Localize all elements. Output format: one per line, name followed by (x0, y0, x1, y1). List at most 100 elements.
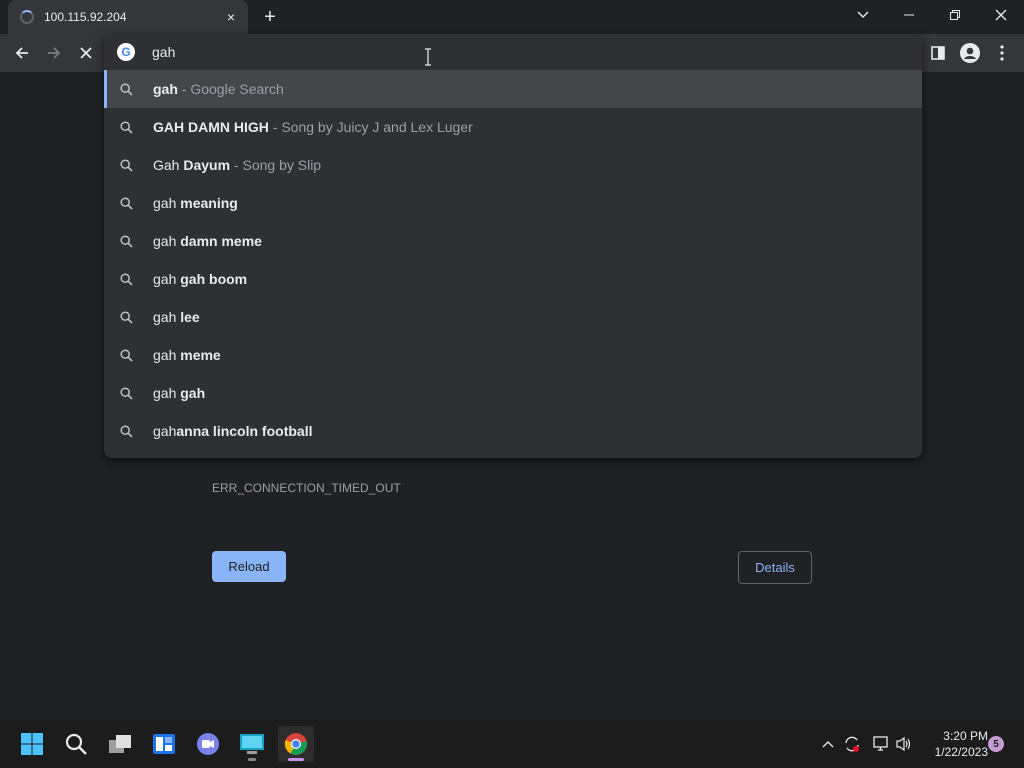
volume-tray-button[interactable] (894, 720, 914, 768)
suggestion-completion: gah (180, 385, 206, 401)
suggestion-text: Gah Dayum - Song by Slip (153, 157, 321, 173)
search-icon (118, 119, 134, 135)
suggestion-text: gah damn meme (153, 233, 262, 249)
arrow-right-icon (48, 47, 61, 59)
monitor-app-icon (240, 734, 264, 754)
back-button[interactable] (8, 39, 36, 67)
suggestion-description: - Song by Juicy J and Lex Luger (268, 119, 473, 135)
start-button[interactable] (14, 726, 50, 762)
suggestion-typed-text: Gah (153, 157, 184, 173)
details-button[interactable]: Details (738, 551, 812, 584)
search-icon (118, 271, 134, 287)
search-icon (118, 157, 134, 173)
widgets-button[interactable] (146, 726, 182, 762)
minimize-button[interactable] (886, 0, 932, 30)
search-icon (118, 233, 134, 249)
error-code: ERR_CONNECTION_TIMED_OUT (212, 481, 401, 495)
sync-icon (845, 736, 859, 752)
tab-strip: 100.115.92.204 × + (0, 0, 1024, 34)
suggestion-completion: anna lincoln football (176, 423, 313, 439)
omnibox-suggestion[interactable]: gah lee (104, 298, 922, 336)
search-icon (118, 195, 134, 211)
side-panel-button[interactable] (924, 39, 952, 67)
notification-badge[interactable]: 5 (988, 736, 1004, 752)
suggestion-text: gah meaning (153, 195, 238, 211)
suggestion-text: gahanna lincoln football (153, 423, 312, 439)
restore-button[interactable] (932, 0, 978, 30)
suggestion-description: - Song by Slip (230, 157, 322, 173)
suggestion-typed-text: gah (153, 347, 181, 363)
clock-date: 1/22/2023 (934, 745, 988, 759)
clock-time: 3:20 PM (943, 729, 988, 743)
address-input[interactable]: gah (152, 44, 175, 60)
profile-icon (960, 43, 980, 63)
widgets-icon (153, 734, 175, 754)
suggestion-description: - Google Search (177, 81, 284, 97)
close-window-button[interactable] (978, 0, 1024, 30)
search-icon (118, 347, 134, 363)
omnibox-suggestion[interactable]: gahanna lincoln football (104, 412, 922, 450)
network-tray-button[interactable] (870, 720, 890, 768)
suggestion-typed-text: gah (153, 233, 181, 249)
sync-tray-button[interactable] (842, 720, 862, 768)
suggestion-text: gah lee (153, 309, 200, 325)
task-view-button[interactable] (102, 726, 138, 762)
tab-close-icon[interactable]: × (222, 8, 240, 26)
suggestion-completion: damn meme (180, 233, 262, 249)
loading-spinner-icon (20, 10, 34, 24)
chevron-down-icon (857, 11, 869, 18)
taskbar-search-button[interactable] (58, 726, 94, 762)
search-icon (118, 423, 134, 439)
suggestion-typed-text: gah (153, 423, 177, 439)
suggestion-typed-text: gah (153, 385, 181, 401)
file-explorer-button[interactable] (234, 726, 270, 762)
suggestion-text: gah meme (153, 347, 221, 363)
suggestion-list: gah - Google Search GAH DAMN HIGH - Song … (104, 70, 922, 450)
omnibox-suggestion[interactable]: gah damn meme (104, 222, 922, 260)
omnibox-suggestion[interactable]: gah meme (104, 336, 922, 374)
suggestion-text: gah gah boom (153, 271, 247, 287)
text-cursor-icon (424, 48, 434, 66)
omnibox-suggestion[interactable]: gah - Google Search (104, 70, 922, 108)
task-view-icon (109, 735, 131, 753)
suggestion-text: gah gah (153, 385, 205, 401)
tab-search-button[interactable] (840, 0, 886, 30)
omnibox-suggestion[interactable]: Gah Dayum - Song by Slip (104, 146, 922, 184)
suggestion-text: GAH DAMN HIGH - Song by Juicy J and Lex … (153, 119, 473, 135)
omnibox-suggestion[interactable]: GAH DAMN HIGH - Song by Juicy J and Lex … (104, 108, 922, 146)
suggestion-typed-text: gah (153, 81, 178, 97)
stop-loading-button[interactable] (72, 39, 100, 67)
suggestion-typed-text: gah (153, 195, 181, 211)
omnibox-suggestion[interactable]: gah gah (104, 374, 922, 412)
google-logo-icon: G (117, 43, 135, 61)
reload-button[interactable]: Reload (212, 551, 286, 582)
address-bar[interactable]: G gah (104, 34, 922, 70)
suggestion-completion: Dayum (183, 157, 231, 173)
minimize-icon (904, 14, 914, 16)
chrome-icon (284, 733, 307, 755)
menu-button[interactable] (988, 39, 1016, 67)
chat-icon (197, 733, 219, 755)
new-tab-button[interactable]: + (258, 6, 282, 28)
suggestion-text: gah - Google Search (153, 81, 284, 97)
show-hidden-icons-button[interactable] (818, 720, 838, 768)
running-indicator (248, 758, 256, 761)
suggestion-completion: lee (180, 309, 200, 325)
restore-icon (950, 10, 960, 20)
forward-button[interactable] (40, 39, 68, 67)
profile-button[interactable] (956, 39, 984, 67)
search-icon (65, 733, 87, 755)
teams-chat-button[interactable] (190, 726, 226, 762)
chevron-up-icon (822, 741, 834, 748)
suggestion-completion: gah boom (180, 271, 248, 287)
windows-start-icon (21, 733, 43, 755)
suggestion-typed-text: gah (153, 271, 181, 287)
clock[interactable]: 3:20 PM 1/22/2023 (918, 728, 988, 760)
omnibox-suggestion[interactable]: gah gah boom (104, 260, 922, 298)
omnibox-suggestion[interactable]: gah meaning (104, 184, 922, 222)
kebab-menu-icon (1000, 45, 1004, 61)
close-icon (995, 9, 1007, 21)
suggestion-completion: meme (180, 347, 221, 363)
chrome-taskbar-button[interactable] (278, 726, 314, 762)
browser-tab[interactable]: 100.115.92.204 × (8, 0, 248, 34)
